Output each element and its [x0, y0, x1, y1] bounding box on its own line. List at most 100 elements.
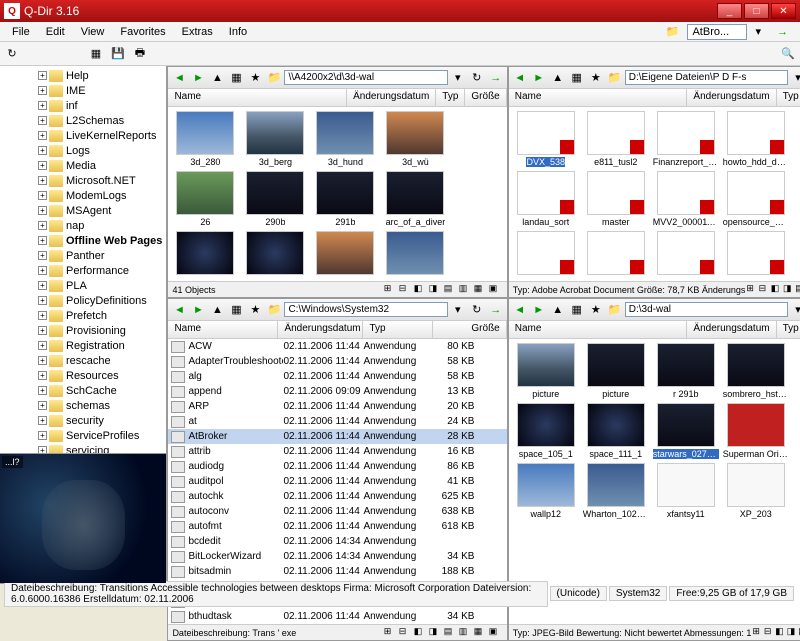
tree-item[interactable]: +Provisioning [2, 323, 164, 338]
layout-icon[interactable]: ⊟ [764, 626, 774, 640]
thumbnail[interactable]: 26 [172, 171, 238, 227]
forward-icon[interactable]: ► [189, 301, 207, 319]
thumbnail[interactable]: sombrero_hst_big [723, 343, 789, 399]
tree-item[interactable]: +Microsoft.NET [2, 173, 164, 188]
go-icon[interactable]: → [487, 301, 505, 319]
menu-edit[interactable]: Edit [38, 24, 73, 40]
file-row[interactable]: attrib02.11.2006 11:44Anwendung16 KB [168, 444, 506, 459]
tree-item[interactable]: +Panther [2, 248, 164, 263]
layout-icon[interactable]: ◧ [771, 283, 782, 297]
star-icon[interactable]: ★ [587, 301, 605, 319]
col-type[interactable]: Typ [436, 89, 465, 106]
menu-info[interactable]: Info [221, 24, 255, 40]
layout-icon[interactable]: ⊟ [399, 626, 413, 640]
thumbnail[interactable]: XP_203 [723, 463, 789, 519]
expand-icon[interactable]: + [38, 281, 47, 290]
dropdown-icon[interactable]: ▾ [449, 301, 467, 319]
layout-icon[interactable]: ◧ [414, 626, 428, 640]
tree-item[interactable]: +L2Schemas [2, 113, 164, 128]
back-icon[interactable]: ◄ [511, 301, 529, 319]
file-row[interactable]: autoconv02.11.2006 11:44Anwendung638 KB [168, 504, 506, 519]
thumbnail[interactable]: Wharton_1024_768... [583, 463, 649, 519]
expand-icon[interactable]: + [38, 311, 47, 320]
expand-icon[interactable]: + [38, 176, 47, 185]
file-row[interactable]: BitLockerWizard02.11.2006 14:34Anwendung… [168, 549, 506, 564]
file-row[interactable]: bthudtask02.11.2006 11:44Anwendung34 KB [168, 609, 506, 624]
tree-item[interactable]: +Performance [2, 263, 164, 278]
tree-item[interactable]: +MSAgent [2, 203, 164, 218]
tree-item[interactable]: +schemas [2, 398, 164, 413]
thumbnail[interactable]: r 291b [653, 343, 719, 399]
thumbnail[interactable] [583, 231, 649, 277]
expand-icon[interactable]: + [38, 266, 47, 275]
menu-file[interactable]: File [4, 24, 38, 40]
thumbnail[interactable]: 291b [312, 171, 378, 227]
expand-icon[interactable]: + [38, 206, 47, 215]
path-field[interactable]: D:\Eigene Dateien\P D F-s [625, 70, 788, 85]
expand-icon[interactable]: + [38, 101, 47, 110]
file-row[interactable]: append02.11.2006 09:09Anwendung13 KB [168, 384, 506, 399]
refresh-icon[interactable]: ↻ [468, 69, 486, 87]
layout-icon[interactable]: ▦ [474, 626, 488, 640]
refresh-icon[interactable]: ↻ [468, 301, 486, 319]
expand-icon[interactable]: + [38, 296, 47, 305]
thumbnail[interactable]: MVV2_000011a3 [653, 171, 719, 227]
expand-icon[interactable]: + [38, 371, 47, 380]
layout-icon[interactable]: ⊞ [746, 283, 757, 297]
file-row[interactable]: bitsadmin02.11.2006 11:44Anwendung188 KB [168, 564, 506, 579]
thumbnail[interactable]: xfantsy11 [653, 463, 719, 519]
file-row[interactable]: at02.11.2006 11:44Anwendung24 KB [168, 414, 506, 429]
views-icon[interactable]: ▦ [568, 69, 586, 87]
thumbnail[interactable] [653, 231, 719, 277]
tree-item[interactable]: +Resources [2, 368, 164, 383]
expand-icon[interactable]: + [38, 416, 47, 425]
thumbnail[interactable]: space_111_1 [583, 403, 649, 459]
file-row[interactable]: alg02.11.2006 11:44Anwendung58 KB [168, 369, 506, 384]
col-date[interactable]: Änderungsdatum [278, 321, 363, 338]
go-icon[interactable]: → [769, 24, 796, 40]
file-row[interactable]: ARP02.11.2006 11:44Anwendung20 KB [168, 399, 506, 414]
col-type[interactable]: Typ [777, 89, 800, 106]
layout-icon[interactable]: ▥ [459, 283, 473, 297]
minimize-button[interactable]: _ [717, 3, 742, 19]
layout-icon[interactable]: ◨ [429, 283, 443, 297]
up-icon[interactable]: ▲ [549, 301, 567, 319]
col-name[interactable]: Name [168, 321, 278, 338]
thumbnail[interactable]: picture [513, 343, 579, 399]
file-row[interactable]: AtBroker02.11.2006 11:44Anwendung28 KB [168, 429, 506, 444]
tree-item[interactable]: +inf [2, 98, 164, 113]
tree-item[interactable]: +nap [2, 218, 164, 233]
thumbnail[interactable]: e811_tusl2 [583, 111, 649, 167]
layout-icon[interactable]: ⊟ [399, 283, 413, 297]
dropdown-icon[interactable]: ▾ [449, 69, 467, 87]
col-date[interactable]: Änderungsdatum [687, 89, 776, 106]
col-name[interactable]: Name [168, 89, 347, 106]
thumbnail[interactable]: 3d_280 [172, 111, 238, 167]
thumbnail[interactable]: DVX_538 [513, 111, 579, 167]
expand-icon[interactable]: + [38, 356, 47, 365]
forward-icon[interactable]: ► [530, 301, 548, 319]
file-row[interactable]: autochk02.11.2006 11:44Anwendung625 KB [168, 489, 506, 504]
back-icon[interactable]: ◄ [170, 69, 188, 87]
tree-item[interactable]: +IME [2, 83, 164, 98]
layout-icon[interactable]: ⊞ [752, 626, 762, 640]
menu-favorites[interactable]: Favorites [112, 24, 173, 40]
thumbnail[interactable]: Superman Original [723, 403, 789, 459]
expand-icon[interactable]: + [38, 86, 47, 95]
thumbnail[interactable] [723, 231, 789, 277]
refresh-icon[interactable]: ↻ [2, 44, 22, 64]
expand-icon[interactable]: + [38, 431, 47, 440]
thumbnail[interactable] [172, 231, 238, 277]
print-icon[interactable]: 🖶 [130, 44, 150, 64]
layout-icon[interactable]: ▣ [489, 626, 503, 640]
tree-item[interactable]: +servicing [2, 443, 164, 453]
thumbnail[interactable]: arc_of_a_diver [382, 171, 448, 227]
tree-item[interactable]: +LiveKernelReports [2, 128, 164, 143]
views-icon[interactable]: ▦ [227, 69, 245, 87]
thumbnail[interactable] [382, 231, 448, 277]
back-icon[interactable]: ◄ [511, 69, 529, 87]
thumbnail[interactable]: landau_sort [513, 171, 579, 227]
layout-icon[interactable]: ▤ [444, 626, 458, 640]
tree-item[interactable]: +security [2, 413, 164, 428]
layout-icon[interactable]: ⊟ [759, 283, 770, 297]
